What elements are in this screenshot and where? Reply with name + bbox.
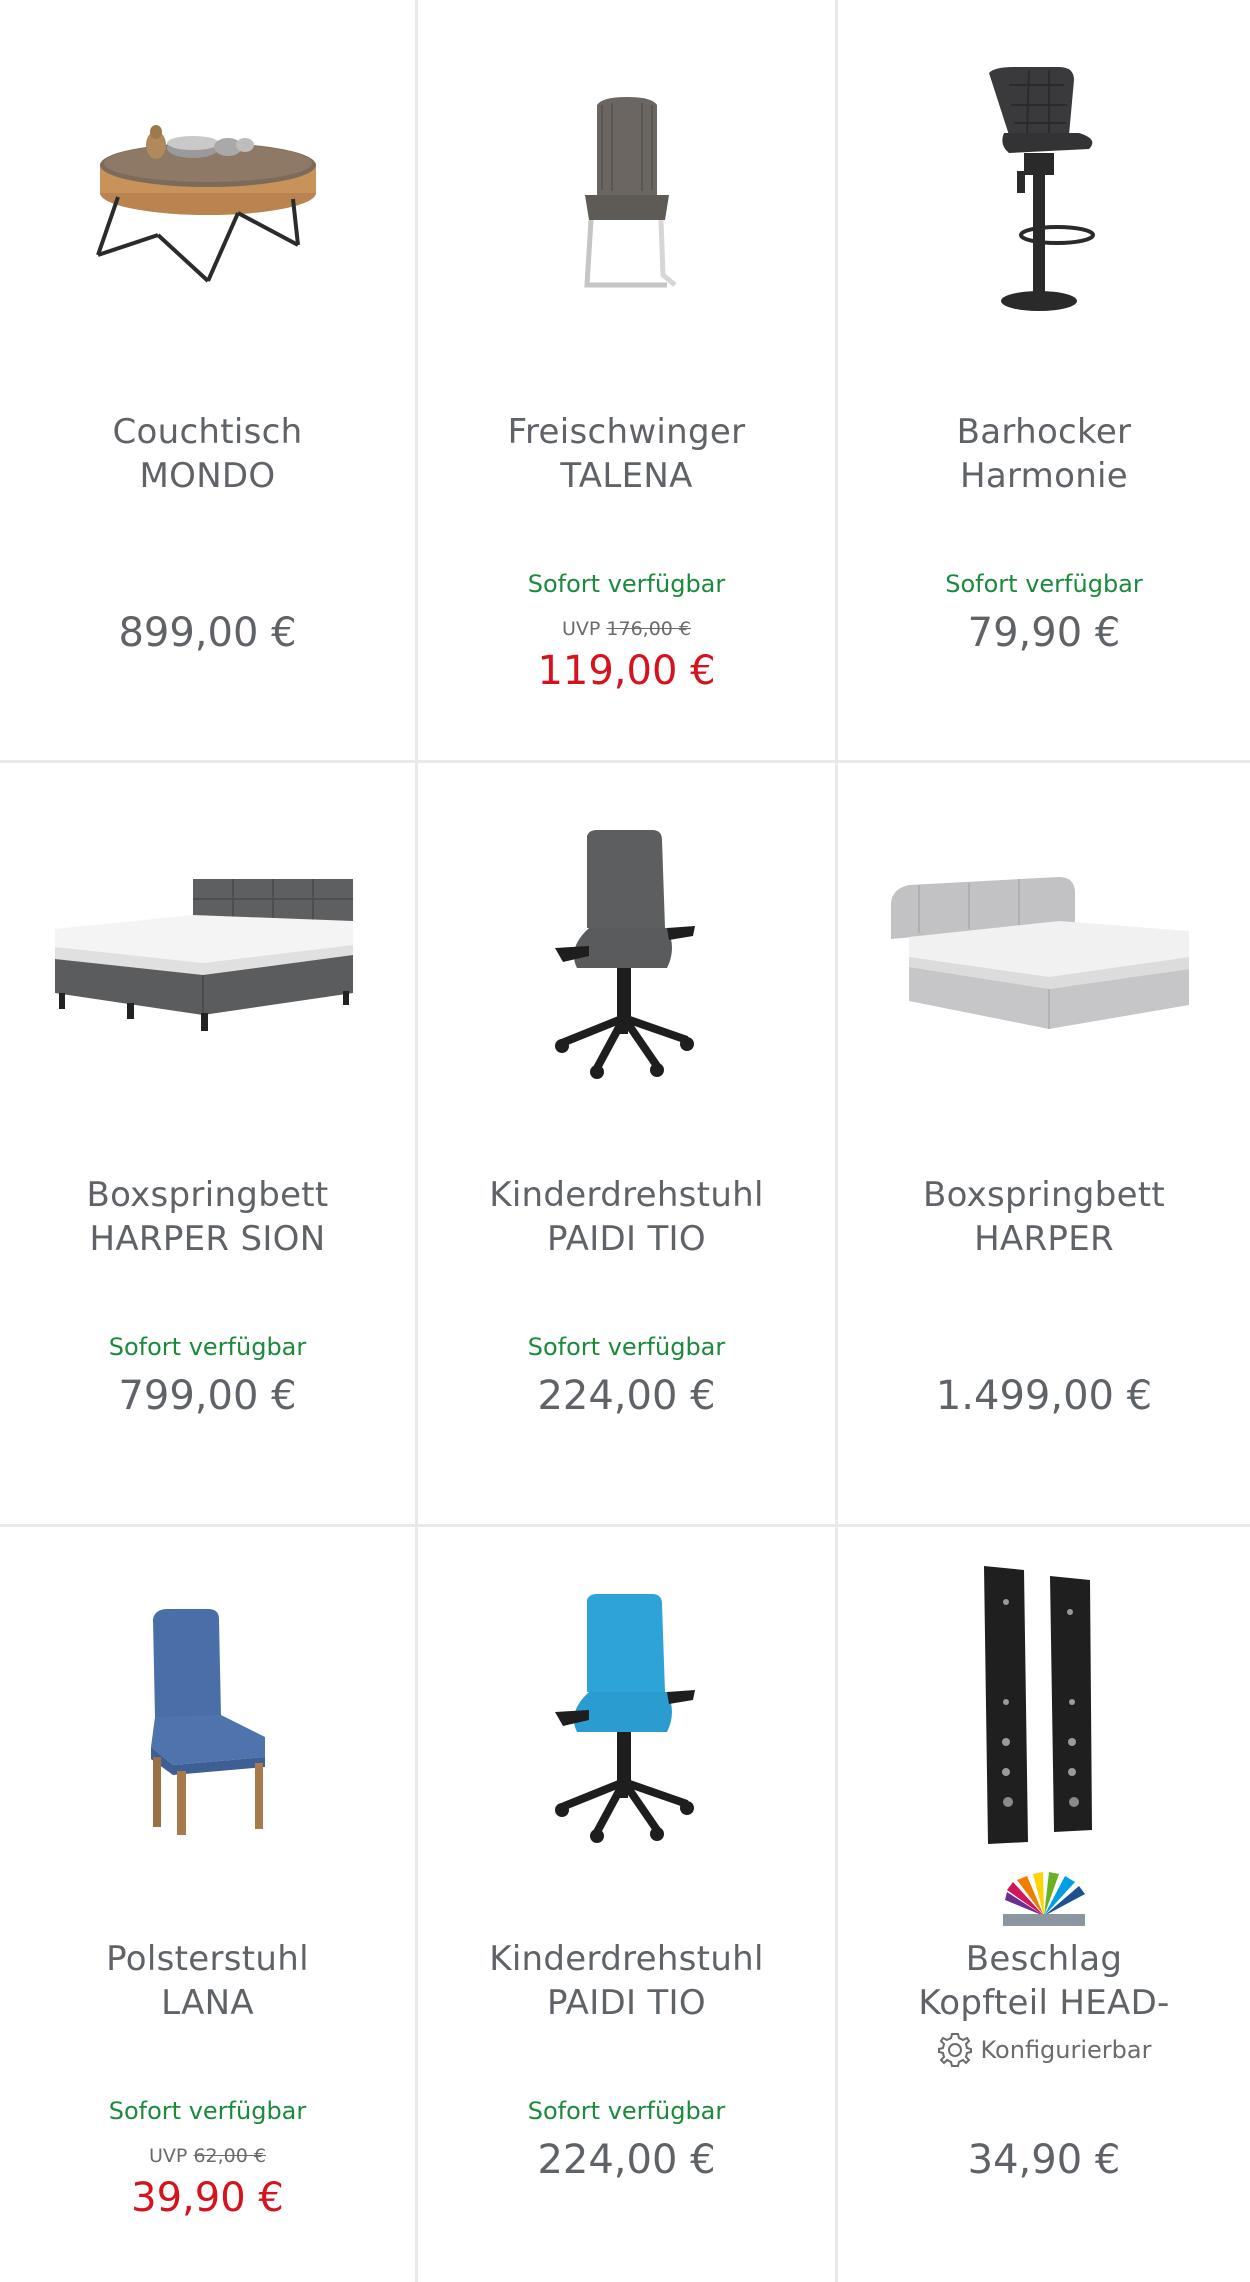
product-name[interactable]: Freischwinger TALENA: [418, 410, 835, 498]
product-image[interactable]: [838, 793, 1250, 1123]
product-name-line2[interactable]: Kopfteil HEAD-: [838, 1981, 1250, 2025]
headboard-bracket-icon: [984, 1566, 1092, 1844]
product-tile-kinderdrehstuhl-paidi-tio-blue[interactable]: Kinderdrehstuhl PAIDI TIO Sofort verfügb…: [418, 1527, 838, 2282]
product-grid: Couchtisch MONDO 899,00 € Freischwinger …: [0, 0, 1250, 2282]
round-coffee-table-icon: [95, 125, 316, 283]
product-image[interactable]: [418, 793, 835, 1123]
product-image[interactable]: [418, 30, 835, 360]
product-name-line1[interactable]: Barhocker: [838, 410, 1250, 454]
product-name[interactable]: Boxspringbett HARPER: [838, 1173, 1250, 1261]
product-name-line1[interactable]: Freischwinger: [418, 410, 835, 454]
product-tile-barhocker-harmonie[interactable]: Barhocker Harmonie Sofort verfügbar 79,9…: [838, 0, 1250, 763]
product-name[interactable]: Couchtisch MONDO: [0, 410, 415, 498]
availability-label: Sofort verfügbar: [108, 1333, 307, 1361]
product-price: 79,90 €: [967, 610, 1121, 656]
product-name-line1[interactable]: Kinderdrehstuhl: [418, 1937, 835, 1981]
product-name-line1[interactable]: Polsterstuhl: [0, 1937, 415, 1981]
product-tile-kinderdrehstuhl-paidi-tio-grey[interactable]: Kinderdrehstuhl PAIDI TIO Sofort verfügb…: [418, 763, 838, 1527]
blue-office-chair-icon: [554, 1594, 695, 1843]
product-image[interactable]: [418, 1557, 835, 1887]
product-name[interactable]: Beschlag Kopfteil HEAD-: [838, 1937, 1250, 2025]
product-image[interactable]: [0, 30, 415, 360]
product-price: 34,90 €: [967, 2137, 1121, 2183]
product-name[interactable]: Boxspringbett HARPER SION: [0, 1173, 415, 1261]
product-name-line2[interactable]: HARPER: [838, 1217, 1250, 1261]
dark-boxspring-bed-icon: [54, 879, 353, 1031]
availability-label: Sofort verfügbar: [527, 570, 726, 598]
bar-stool-icon: [989, 67, 1095, 311]
product-name-line2[interactable]: HARPER SION: [0, 1217, 415, 1261]
gear-icon: [937, 2033, 972, 2067]
product-name-line2[interactable]: MONDO: [0, 454, 415, 498]
rainbow-fan-logo-icon: [1003, 1872, 1085, 1926]
product-name-line2[interactable]: PAIDI TIO: [418, 1981, 835, 2025]
product-tile-freischwinger-talena[interactable]: Freischwinger TALENA Sofort verfügbar UV…: [418, 0, 838, 763]
grey-office-chair-icon: [554, 830, 695, 1079]
product-name-line1[interactable]: Boxspringbett: [838, 1173, 1250, 1217]
availability-label: Sofort verfügbar: [945, 570, 1143, 598]
product-name-line2[interactable]: LANA: [0, 1981, 415, 2025]
uvp-old-price: 176,00 €: [606, 618, 692, 640]
product-name[interactable]: Kinderdrehstuhl PAIDI TIO: [418, 1937, 835, 2025]
product-tile-polsterstuhl-lana[interactable]: Polsterstuhl LANA Sofort verfügbar UVP 6…: [0, 1527, 418, 2282]
product-price: 224,00 €: [537, 2137, 716, 2183]
blue-upholstered-chair-icon: [150, 1609, 265, 1835]
product-price: 1.499,00 €: [935, 1373, 1153, 1419]
product-name-line2[interactable]: Harmonie: [838, 454, 1250, 498]
configurable-badge: Konfigurierbar: [838, 2032, 1250, 2068]
product-image[interactable]: [838, 30, 1250, 360]
product-name-line1[interactable]: Beschlag: [838, 1937, 1250, 1981]
product-image[interactable]: [0, 1557, 415, 1887]
sale-price: 39,90 €: [131, 2175, 284, 2221]
product-image[interactable]: [838, 1547, 1250, 1867]
product-name[interactable]: Polsterstuhl LANA: [0, 1937, 415, 2025]
uvp-old-price: 62,00 €: [193, 2145, 266, 2167]
availability-label: Sofort verfügbar: [108, 2097, 307, 2125]
product-tile-boxspringbett-harper-sion[interactable]: Boxspringbett HARPER SION Sofort verfügb…: [0, 763, 418, 1527]
sale-price: 119,00 €: [537, 648, 716, 694]
product-tile-beschlag-kopfteil-head[interactable]: Beschlag Kopfteil HEAD- Konfigurierbar 3…: [838, 1527, 1250, 2282]
product-name[interactable]: Kinderdrehstuhl PAIDI TIO: [418, 1173, 835, 1261]
product-name[interactable]: Barhocker Harmonie: [838, 410, 1250, 498]
product-image[interactable]: [0, 793, 415, 1123]
uvp-price: UVP 62,00 €: [0, 2145, 415, 2167]
uvp-price: UVP 176,00 €: [418, 618, 835, 640]
product-name-line2[interactable]: TALENA: [418, 454, 835, 498]
uvp-label: UVP: [149, 2145, 188, 2167]
configurable-label: Konfigurierbar: [980, 2036, 1152, 2064]
brand-logo: [838, 1872, 1250, 1928]
product-tile-couchtisch-mondo[interactable]: Couchtisch MONDO 899,00 €: [0, 0, 418, 763]
light-boxspring-bed-icon: [891, 877, 1189, 1029]
product-price: 224,00 €: [537, 1373, 716, 1419]
product-name-line1[interactable]: Boxspringbett: [0, 1173, 415, 1217]
product-price: 899,00 €: [118, 610, 297, 656]
availability-label: Sofort verfügbar: [527, 1333, 726, 1361]
cantilever-chair-icon: [583, 97, 677, 288]
product-tile-boxspringbett-harper[interactable]: Boxspringbett HARPER 1.499,00 €: [838, 763, 1250, 1527]
product-name-line2[interactable]: PAIDI TIO: [418, 1217, 835, 1261]
uvp-label: UVP: [561, 618, 601, 640]
product-name-line1[interactable]: Couchtisch: [0, 410, 415, 454]
product-price: 799,00 €: [118, 1373, 297, 1419]
availability-label: Sofort verfügbar: [527, 2097, 726, 2125]
product-name-line1[interactable]: Kinderdrehstuhl: [418, 1173, 835, 1217]
